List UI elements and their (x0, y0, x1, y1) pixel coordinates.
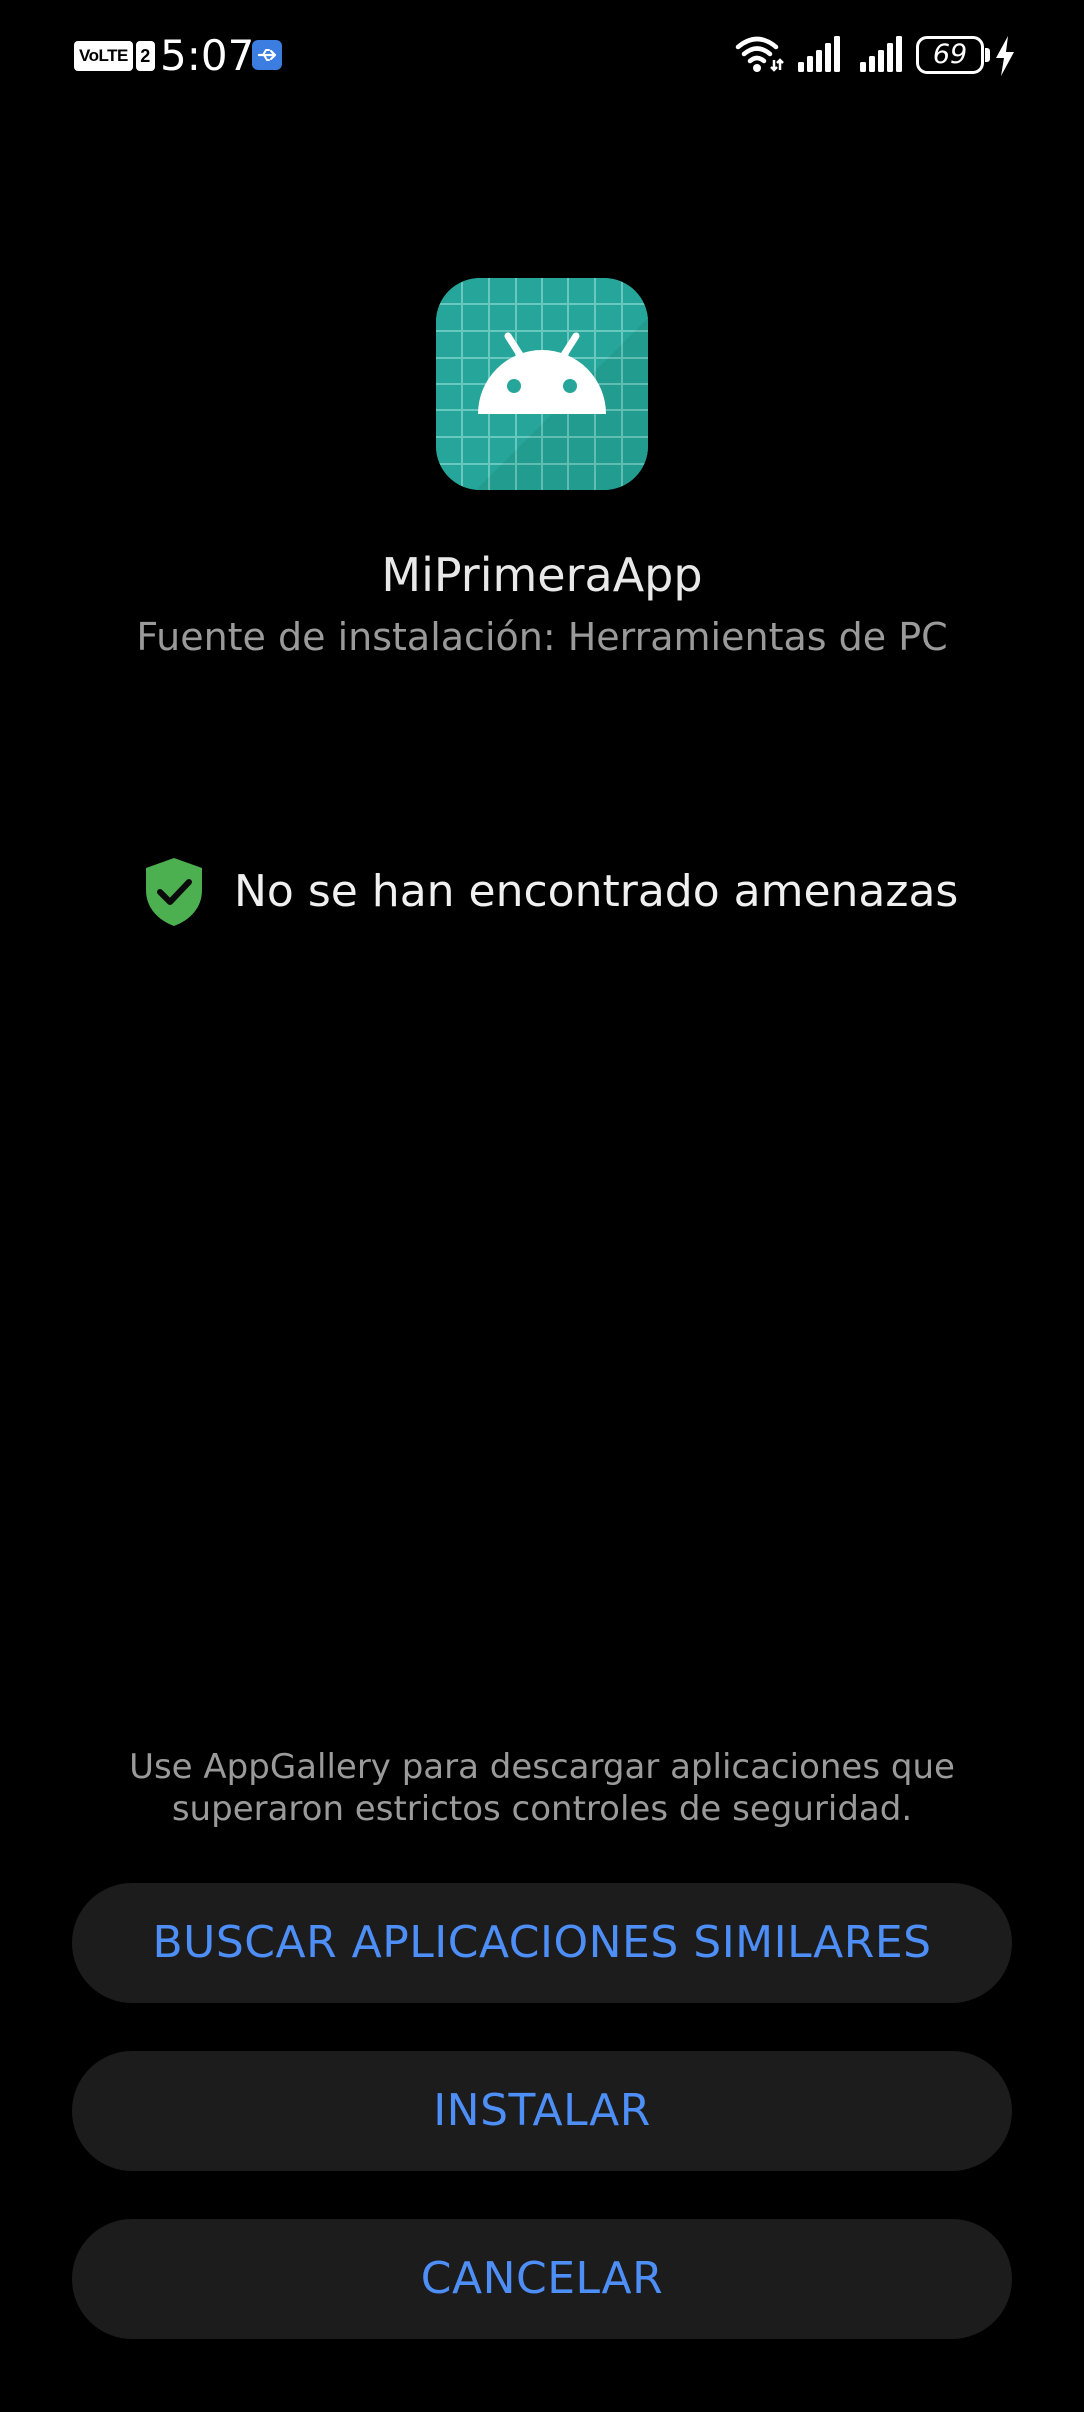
cancel-button[interactable]: CANCELAR (72, 2219, 1012, 2339)
battery-tip (985, 48, 990, 62)
security-scan-result: No se han encontrado amenazas (0, 852, 1084, 932)
battery-level: 69 (932, 39, 968, 70)
volte-indicator: VoLTE 2 (74, 41, 155, 71)
status-bar: VoLTE 2 5:07 69 (0, 0, 1084, 110)
android-app-icon (436, 278, 648, 490)
hint-line-2: superaron estrictos controles de segurid… (171, 1789, 913, 1829)
search-similar-apps-button[interactable]: BUSCAR APLICACIONES SIMILARES (72, 1883, 1012, 2003)
usb-debug-icon (252, 40, 282, 70)
shield-check-icon (146, 858, 202, 926)
signal-sim1-icon (798, 36, 840, 72)
wifi-icon (735, 36, 784, 72)
sim-slot-badge: 2 (135, 41, 155, 71)
volte-badge: VoLTE (74, 41, 133, 71)
hint-line-1: Use AppGallery para descargar aplicacion… (129, 1747, 955, 1787)
install-button[interactable]: INSTALAR (72, 2051, 1012, 2171)
status-clock: 5:07 (160, 31, 255, 80)
app-name: MiPrimeraApp (381, 548, 703, 602)
scan-result-text: No se han encontrado amenazas (234, 866, 959, 917)
signal-sim2-icon (860, 36, 902, 72)
appgallery-hint: Use AppGallery para descargar aplicacion… (100, 1746, 984, 1830)
install-source: Fuente de instalación: Herramientas de P… (136, 615, 948, 659)
battery-icon: 69 (916, 36, 984, 74)
charging-bolt-icon (996, 36, 1014, 76)
